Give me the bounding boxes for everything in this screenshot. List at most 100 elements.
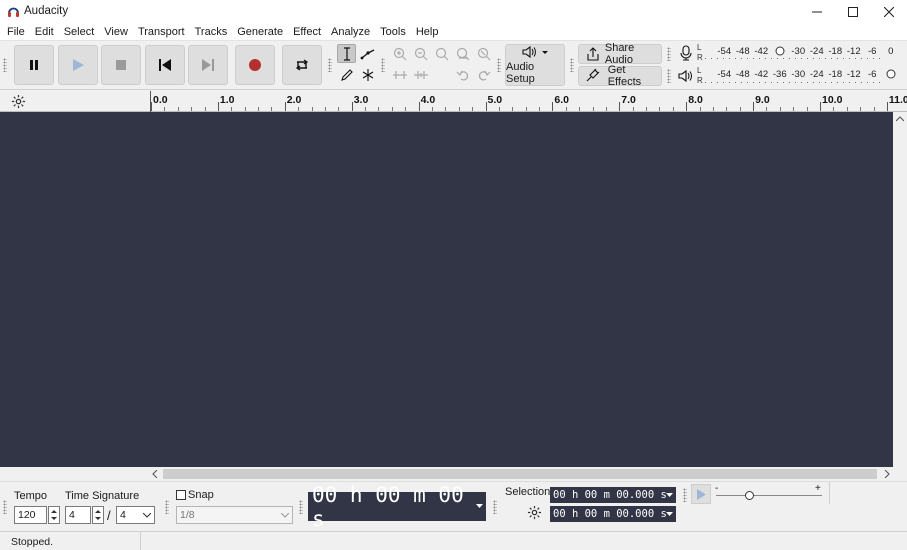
tempo-stepper[interactable]	[48, 506, 60, 524]
time-signature-upper-input[interactable]: 4	[65, 506, 91, 524]
audio-setup-toolbar-grip[interactable]	[497, 58, 501, 72]
selection-toolbar-grip[interactable]	[493, 500, 497, 514]
ruler-minor-tick	[605, 107, 607, 111]
ruler-minor-tick	[712, 107, 714, 111]
transport-toolbar-grip[interactable]	[3, 58, 7, 72]
multi-tool-button[interactable]	[358, 65, 377, 84]
get-effects-button[interactable]: Get Effects	[578, 64, 662, 88]
time-signature-separator: /	[107, 508, 111, 523]
pause-button[interactable]	[14, 45, 54, 85]
speaker-dropdown-icon	[522, 45, 548, 58]
ruler-minor-tick	[672, 107, 674, 111]
selection-start-value: 00 h 00 m 00.000 s	[553, 489, 667, 501]
speed-slider-track[interactable]	[716, 495, 822, 496]
ruler-minor-tick	[271, 107, 273, 111]
vertical-scrollbar[interactable]	[893, 112, 907, 467]
redo-button[interactable]	[474, 65, 493, 84]
toolbar-divider	[829, 482, 830, 504]
scroll-left-icon[interactable]	[152, 470, 158, 478]
minimize-button[interactable]	[799, 0, 835, 23]
silence-audio-button[interactable]	[411, 65, 430, 84]
menu-file[interactable]: File	[2, 23, 30, 41]
track-panel[interactable]	[0, 112, 893, 467]
menu-transport[interactable]: Transport	[133, 23, 190, 41]
close-button[interactable]	[871, 0, 907, 23]
selection-end-field[interactable]: 00 h 00 m 00.000 s	[550, 506, 676, 522]
time-signature-stepper[interactable]	[92, 506, 104, 524]
record-meter-grip[interactable]	[667, 47, 671, 61]
ruler-minor-tick	[498, 107, 500, 111]
share-audio-button[interactable]: Share Audio	[578, 42, 662, 66]
ruler-minor-tick	[779, 107, 781, 111]
menu-view[interactable]: View	[99, 23, 133, 41]
menu-analyze[interactable]: Analyze	[326, 23, 375, 41]
tempo-input[interactable]: 120	[14, 506, 47, 524]
menu-help[interactable]: Help	[411, 23, 444, 41]
snap-select[interactable]: 1/8	[176, 506, 293, 524]
chevron-down-icon[interactable]	[666, 493, 673, 498]
loop-button[interactable]	[282, 45, 322, 85]
record-button[interactable]	[235, 45, 275, 85]
play-meter-grip[interactable]	[667, 69, 671, 83]
timeline-settings-button[interactable]	[11, 94, 26, 112]
selection-start-field[interactable]: 00 h 00 m 00.000 s	[550, 487, 676, 503]
time-format-dropdown-icon[interactable]	[476, 504, 483, 509]
draw-tool-button[interactable]	[337, 65, 356, 84]
scroll-right-icon[interactable]	[884, 470, 890, 478]
snap-toolbar-grip[interactable]	[165, 500, 169, 514]
snap-checkbox[interactable]	[176, 490, 186, 500]
fit-project-button[interactable]	[453, 44, 472, 63]
zoom-in-button[interactable]	[390, 44, 409, 63]
share-upload-icon	[587, 47, 599, 61]
meter-tick: -48	[735, 69, 750, 80]
playback-level-knob[interactable]	[882, 69, 901, 82]
menu-select[interactable]: Select	[59, 23, 100, 41]
maximize-button[interactable]	[835, 0, 871, 23]
ruler-major-tick	[820, 102, 821, 111]
selection-tool-button[interactable]	[337, 44, 356, 63]
tools-toolbar-grip[interactable]	[328, 58, 332, 72]
playback-meter-scale: -54 -48 -42 -36 -30 -24 -18 -12 -6	[715, 69, 900, 82]
timeline-ruler[interactable]: 0.0 1.0 2.0 3.0 4.0 5.0 6.0 7.0 8.0 9.0 10.0 11.0	[0, 91, 907, 112]
ruler-minor-tick	[324, 107, 326, 111]
skip-to-start-button[interactable]	[145, 45, 185, 85]
stop-icon	[116, 60, 126, 70]
stop-button[interactable]	[101, 45, 141, 85]
ruler-label: 3.0	[353, 94, 369, 106]
time-signature-lower-select[interactable]: 4	[116, 506, 155, 524]
horizontal-scrollbar[interactable]	[0, 467, 907, 481]
play-button[interactable]	[58, 45, 98, 85]
minimize-icon	[812, 11, 822, 12]
audio-setup-button[interactable]: Audio Setup	[505, 44, 565, 86]
speed-slider-thumb[interactable]	[745, 491, 754, 500]
fit-selection-button[interactable]	[432, 44, 451, 63]
time-display[interactable]: 00 h 00 m 00 s	[308, 483, 486, 531]
menu-edit[interactable]: Edit	[30, 23, 59, 41]
play-at-speed-button[interactable]	[691, 484, 711, 504]
play-at-speed-grip[interactable]	[683, 488, 687, 502]
envelope-tool-button[interactable]	[358, 44, 377, 63]
speed-min-label: -	[715, 483, 719, 494]
zoom-toggle-button[interactable]	[474, 44, 493, 63]
zoom-out-button[interactable]	[411, 44, 430, 63]
play-icon	[696, 488, 706, 500]
share-toolbar-grip[interactable]	[570, 58, 574, 72]
playback-meter[interactable]: L R -54 -48 -42 -36 -30 -24 -18 -12 -6	[675, 66, 896, 86]
time-signature-grip[interactable]	[3, 500, 7, 514]
trim-audio-button[interactable]	[390, 65, 409, 84]
chevron-down-icon[interactable]	[666, 512, 673, 517]
time-toolbar-grip[interactable]	[299, 500, 303, 514]
scroll-up-icon[interactable]	[896, 116, 904, 122]
menu-tracks[interactable]: Tracks	[190, 23, 233, 41]
menu-tools[interactable]: Tools	[375, 23, 411, 41]
record-meter[interactable]: L R -54 -48 -42 -30 -24 -18 -12 -6 0	[675, 43, 893, 63]
selection-settings-button[interactable]	[527, 505, 542, 523]
menu-effect[interactable]: Effect	[288, 23, 326, 41]
menu-generate[interactable]: Generate	[232, 23, 288, 41]
horizontal-scroll-thumb[interactable]	[163, 469, 877, 479]
undo-button[interactable]	[453, 65, 472, 84]
ruler-minor-tick	[365, 107, 367, 111]
edit-toolbar-grip[interactable]	[381, 58, 385, 72]
ruler-label: 4.0	[420, 94, 436, 106]
skip-to-end-button[interactable]	[188, 45, 228, 85]
